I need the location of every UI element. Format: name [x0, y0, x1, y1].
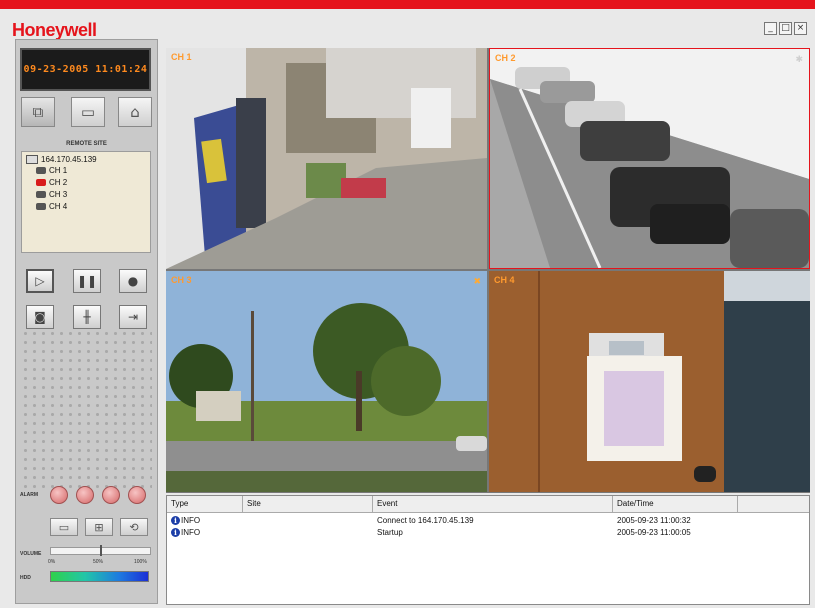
- camera-snapshot-icon: ◙: [34, 310, 46, 324]
- channel-label: CH 2: [49, 178, 68, 187]
- volume-tick-max: 100%: [134, 559, 147, 565]
- settings-button[interactable]: ╫: [73, 305, 101, 329]
- row-type-text: INFO: [181, 516, 201, 525]
- camera-feed-parking-lot: [490, 49, 809, 268]
- quad-screen-icon: ⊞: [94, 520, 104, 534]
- volume-slider[interactable]: [50, 545, 151, 556]
- lock-icon: ⌂: [130, 103, 140, 121]
- ptz-pad[interactable]: [21, 329, 152, 489]
- row-type: i INFO: [171, 515, 200, 527]
- single-screen-icon: ▭: [58, 520, 70, 534]
- alarm-indicator-2[interactable]: [76, 486, 94, 504]
- honeywell-logo: Honeywell: [12, 20, 97, 40]
- single-view-button[interactable]: ▭: [50, 518, 78, 536]
- camera-feed-warehouse: [166, 48, 487, 269]
- column-header-datetime[interactable]: Date/Time: [613, 496, 738, 512]
- export-icon: ⇥: [127, 310, 139, 324]
- connect-remote-button[interactable]: ⧉: [21, 97, 55, 127]
- row-datetime: 2005-09-23 11:00:32: [617, 516, 691, 525]
- event-log-header: Type Site Event Date/Time: [167, 496, 809, 513]
- lock-button[interactable]: ⌂: [118, 97, 152, 127]
- minimize-button[interactable]: _: [764, 22, 777, 35]
- channel-label: CH 1: [49, 166, 68, 175]
- brand-top-bar: [0, 0, 815, 9]
- info-icon: i: [171, 528, 180, 538]
- column-header-type[interactable]: Type: [167, 496, 243, 512]
- record-button[interactable]: ●: [119, 269, 147, 293]
- channel-label: CH 4: [49, 202, 68, 211]
- alarm-indicator-3[interactable]: [102, 486, 120, 504]
- camera-icon: [36, 203, 46, 210]
- pause-button[interactable]: ❚❚: [73, 269, 101, 293]
- channel-overlay-label: CH 1: [171, 52, 192, 62]
- clock-text: 09-23-2005 11:01:24: [23, 64, 148, 75]
- video-grid: CH 1 CH 2 ✱ CH 3 ✖ CH 4: [166, 48, 810, 493]
- row-type: i INFO: [171, 527, 200, 539]
- alarm-label: ALARM: [20, 492, 39, 498]
- column-header-site[interactable]: Site: [243, 496, 373, 512]
- record-icon: ●: [127, 274, 139, 288]
- volume-slider-thumb[interactable]: [99, 545, 102, 556]
- camera-feed-street: [166, 271, 487, 492]
- tree-channel-2[interactable]: CH 2: [36, 178, 67, 187]
- alarm-indicator-4[interactable]: [128, 486, 146, 504]
- play-button[interactable]: ▷: [26, 269, 54, 293]
- info-icon: i: [171, 516, 180, 526]
- hdd-usage-bar: [50, 571, 149, 582]
- video-cell-ch2[interactable]: CH 2 ✱: [489, 48, 810, 269]
- table-row[interactable]: i INFO Connect to 164.170.45.139 2005-09-…: [167, 515, 809, 527]
- export-button[interactable]: ⇥: [119, 305, 147, 329]
- video-cell-ch3[interactable]: CH 3 ✖: [166, 271, 487, 492]
- app-window: Honeywell _ □ × 09-23-2005 11:01:24 ⧉ ▭ …: [0, 9, 815, 608]
- computer-icon: [26, 155, 38, 164]
- network-disconnect-icon: ⧉: [32, 103, 44, 121]
- row-datetime: 2005-09-23 11:00:05: [617, 528, 691, 537]
- tree-channel-4[interactable]: CH 4: [36, 202, 67, 211]
- volume-tick-min: 0%: [48, 559, 56, 565]
- sequence-view-button[interactable]: ⟲: [120, 518, 148, 536]
- host-address: 164.170.45.139: [41, 155, 97, 164]
- row-event: Connect to 164.170.45.139: [377, 516, 474, 525]
- channel-label: CH 3: [49, 190, 68, 199]
- snapshot-button[interactable]: ◙: [26, 305, 54, 329]
- row-event: Startup: [377, 528, 403, 537]
- column-header-event[interactable]: Event: [373, 496, 613, 512]
- clock-display: 09-23-2005 11:01:24: [20, 48, 151, 91]
- close-button[interactable]: ×: [794, 22, 807, 35]
- volume-tick-mid: 50%: [93, 559, 104, 565]
- table-row[interactable]: i INFO Startup 2005-09-23 11:00:05: [167, 527, 809, 539]
- window-controls: _ □ ×: [764, 22, 807, 35]
- maximize-button[interactable]: □: [779, 22, 792, 35]
- hdd-label: HDD: [20, 575, 31, 581]
- channel-overlay-label: CH 3: [171, 275, 192, 285]
- camera-feed-desk: [489, 271, 810, 492]
- tree-channel-1[interactable]: CH 1: [36, 166, 67, 175]
- video-cell-ch4[interactable]: CH 4: [489, 271, 810, 492]
- camera-icon: [36, 167, 46, 174]
- event-log: Type Site Event Date/Time i INFO Connect …: [166, 495, 810, 605]
- status-marker-icon: ✱: [795, 55, 803, 65]
- remote-site-tree: 164.170.45.139 CH 1 CH 2 CH 3 CH 4: [21, 151, 151, 253]
- motion-alert-icon: ✖: [473, 277, 481, 287]
- play-icon: ▷: [35, 274, 45, 288]
- alarm-indicator-1[interactable]: [50, 486, 68, 504]
- video-cell-ch1[interactable]: CH 1: [166, 48, 487, 269]
- channel-overlay-label: CH 4: [494, 275, 515, 285]
- tree-channel-3[interactable]: CH 3: [36, 190, 67, 199]
- control-panel: 09-23-2005 11:01:24 ⧉ ▭ ⌂ REMOTE SITE 16…: [15, 39, 158, 604]
- search-button[interactable]: ▭: [71, 97, 105, 127]
- tree-host[interactable]: 164.170.45.139: [26, 155, 97, 164]
- channel-overlay-label: CH 2: [495, 53, 516, 63]
- camera-recording-icon: [36, 179, 46, 186]
- tools-icon: ╫: [83, 310, 91, 324]
- sequence-icon: ⟲: [129, 520, 139, 534]
- remote-site-label: REMOTE SITE: [66, 141, 107, 147]
- camera-icon: [36, 191, 46, 198]
- quad-view-button[interactable]: ⊞: [85, 518, 113, 536]
- monitor-search-icon: ▭: [80, 103, 96, 121]
- pause-icon: ❚❚: [76, 274, 98, 288]
- row-type-text: INFO: [181, 528, 201, 537]
- volume-label: VOLUME: [20, 551, 42, 557]
